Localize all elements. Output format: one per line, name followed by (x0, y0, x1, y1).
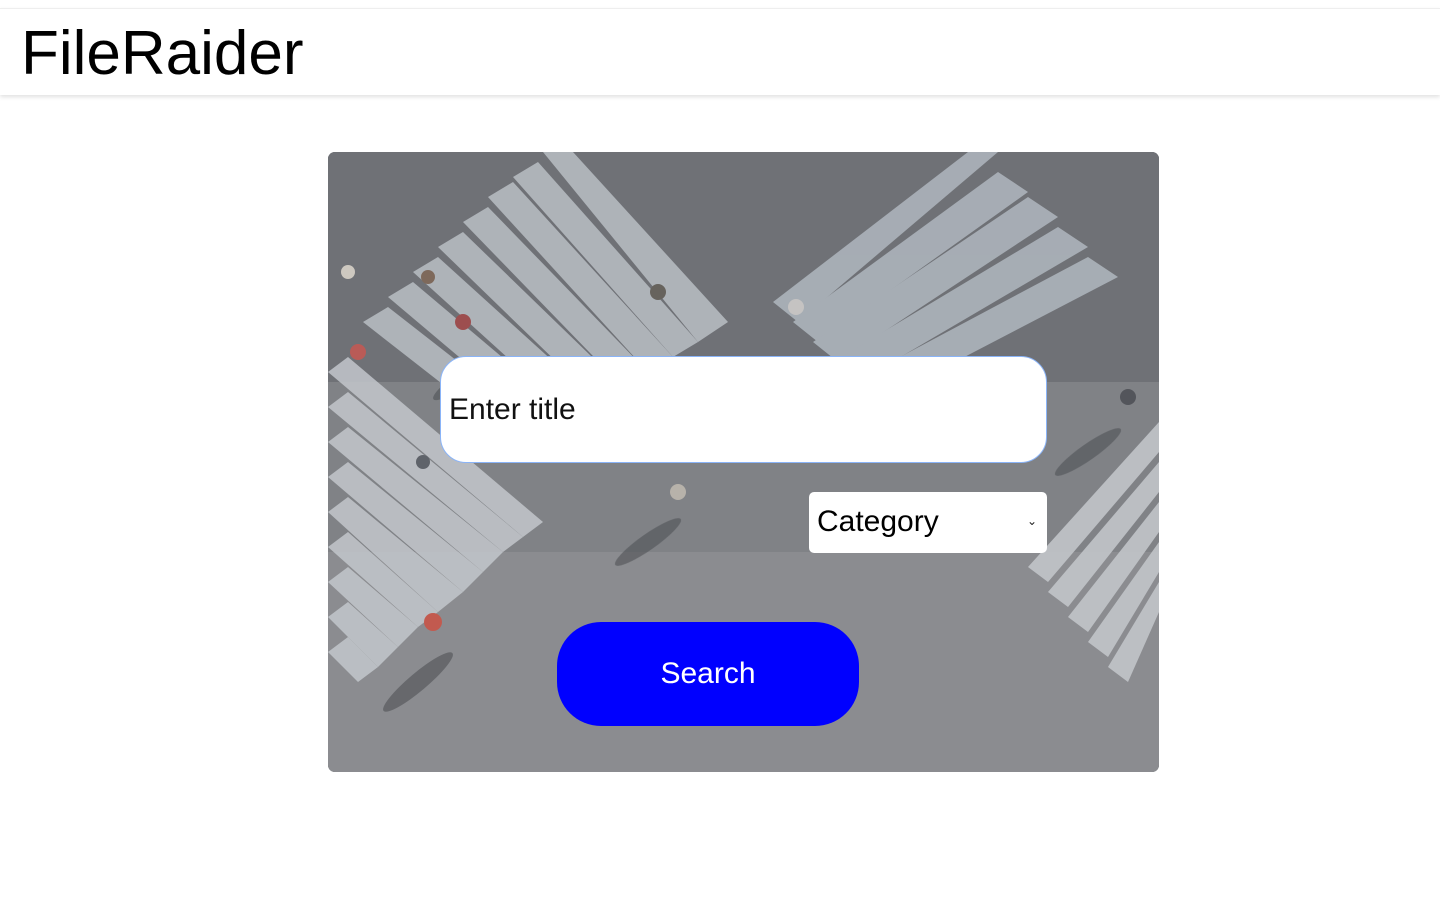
brand-logo[interactable]: FileRaider (21, 19, 304, 89)
top-header: FileRaider (0, 8, 1440, 95)
category-select-label: Category (817, 505, 939, 538)
category-select[interactable]: Category ⌄ (809, 492, 1047, 553)
search-button[interactable]: Search (557, 622, 859, 726)
chevron-down-icon: ⌄ (1026, 514, 1037, 528)
window-top-strip (0, 0, 1440, 8)
title-search-input[interactable] (440, 356, 1047, 463)
search-hero: Category ⌄ Search (328, 152, 1159, 772)
